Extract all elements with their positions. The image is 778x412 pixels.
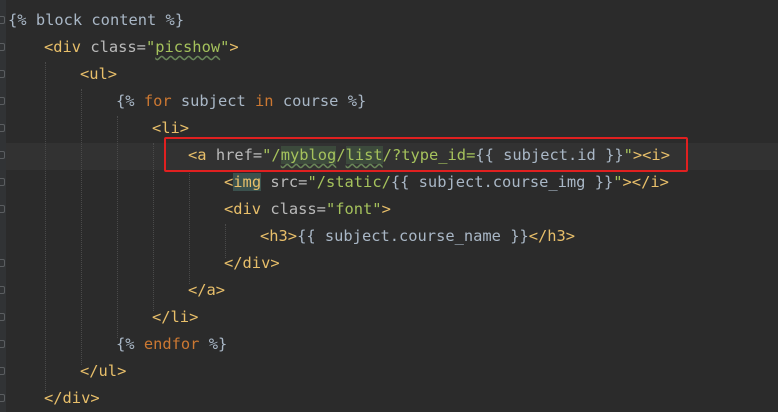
indent-guide	[45, 62, 46, 392]
fold-marker-icon[interactable]	[0, 367, 5, 375]
code-line[interactable]: <ul>	[80, 61, 117, 88]
fold-marker-icon[interactable]	[0, 97, 5, 105]
code-line[interactable]: <img src="/static/{{ subject.course_img …	[224, 169, 669, 196]
indent-guide	[189, 170, 190, 284]
fold-marker-icon[interactable]	[0, 259, 5, 267]
indent-guide	[117, 116, 118, 338]
fold-marker-icon[interactable]	[0, 394, 5, 402]
fold-marker-icon[interactable]	[0, 16, 5, 24]
editor-gutter[interactable]	[0, 0, 6, 412]
code-editor[interactable]: {% block content %} <div class="picshow"…	[0, 0, 778, 412]
fold-marker-icon[interactable]	[0, 43, 5, 51]
fold-marker-icon[interactable]	[0, 151, 5, 159]
fold-marker-icon[interactable]	[0, 205, 5, 213]
indent-guide	[81, 89, 82, 365]
code-line[interactable]: <li>	[152, 115, 189, 142]
fold-marker-icon[interactable]	[0, 178, 5, 186]
fold-marker-icon[interactable]	[0, 313, 5, 321]
fold-marker-icon[interactable]	[0, 286, 5, 294]
code-line[interactable]: <div class="picshow">	[44, 34, 239, 61]
fold-marker-icon[interactable]	[0, 124, 5, 132]
fold-marker-icon[interactable]	[0, 340, 5, 348]
code-line[interactable]: {% endfor %}	[116, 331, 227, 358]
fold-marker-icon[interactable]	[0, 70, 5, 78]
code-line[interactable]: </div>	[44, 385, 100, 412]
code-line[interactable]: </div>	[224, 250, 280, 277]
code-line[interactable]: </li>	[152, 304, 198, 331]
code-line[interactable]: {% for subject in course %}	[116, 88, 366, 115]
code-line[interactable]: <div class="font">	[224, 196, 391, 223]
code-line[interactable]: </ul>	[80, 358, 126, 385]
code-line[interactable]: {% block content %}	[8, 7, 184, 34]
code-line-current[interactable]: <a href="/myblog/list/?type_id={{ subjec…	[188, 142, 670, 169]
code-line[interactable]: </a>	[188, 277, 225, 304]
indent-guide	[153, 143, 154, 311]
code-line[interactable]: <h3>{{ subject.course_name }}</h3>	[260, 223, 575, 250]
